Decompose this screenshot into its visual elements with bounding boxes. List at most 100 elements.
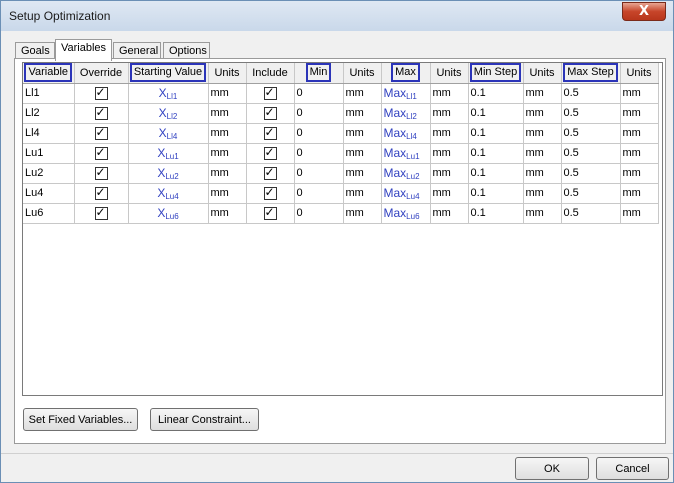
override-cell[interactable] bbox=[74, 163, 129, 184]
table-row[interactable]: Lu1XLu1mm0mmMaxLu1mm0.1mm0.5mm bbox=[23, 143, 659, 164]
include-cell[interactable] bbox=[246, 143, 295, 164]
max-cell[interactable]: MaxLl2 bbox=[381, 103, 431, 124]
checkbox-checked[interactable] bbox=[94, 125, 108, 140]
column-header-max[interactable]: Max bbox=[381, 63, 431, 84]
max-step-cell[interactable]: 0.5 bbox=[561, 163, 621, 184]
variable-cell[interactable]: Ll2 bbox=[23, 103, 75, 124]
variable-cell[interactable]: Lu1 bbox=[23, 143, 75, 164]
min-step-cell[interactable]: 0.1 bbox=[468, 83, 524, 104]
column-header-starting-value[interactable]: Starting Value bbox=[128, 63, 209, 84]
variables-grid[interactable]: Variable Override Starting Value Units Inclu… bbox=[22, 62, 663, 396]
starting-value: XLu2 bbox=[157, 166, 178, 181]
min-step-cell[interactable]: 0.1 bbox=[468, 103, 524, 124]
max-cell[interactable]: MaxLl1 bbox=[381, 83, 431, 104]
checkbox-checked[interactable] bbox=[263, 125, 277, 140]
column-header-min-step[interactable]: Min Step bbox=[468, 63, 524, 84]
starting-value-cell[interactable]: XLu4 bbox=[128, 183, 209, 204]
table-row[interactable]: Lu6XLu6mm0mmMaxLu6mm0.1mm0.5mm bbox=[23, 203, 659, 224]
column-header-max-step[interactable]: Max Step bbox=[561, 63, 621, 84]
starting-value-cell[interactable]: XLu1 bbox=[128, 143, 209, 164]
min-cell[interactable]: 0 bbox=[294, 83, 344, 104]
min-cell[interactable]: 0 bbox=[294, 103, 344, 124]
include-cell[interactable] bbox=[246, 203, 295, 224]
column-header-units[interactable]: Units bbox=[523, 63, 562, 84]
max-cell[interactable]: MaxLu6 bbox=[381, 203, 431, 224]
title-bar[interactable]: Setup Optimization X bbox=[1, 1, 673, 31]
include-cell[interactable] bbox=[246, 163, 295, 184]
checkbox-checked[interactable] bbox=[94, 185, 108, 200]
column-header-units[interactable]: Units bbox=[208, 63, 247, 84]
table-row[interactable]: Ll1XLl1mm0mmMaxLl1mm0.1mm0.5mm bbox=[23, 83, 659, 104]
min-step-cell[interactable]: 0.1 bbox=[468, 163, 524, 184]
min-step-cell[interactable]: 0.1 bbox=[468, 203, 524, 224]
override-cell[interactable] bbox=[74, 143, 129, 164]
min-step-cell[interactable]: 0.1 bbox=[468, 123, 524, 144]
checkbox-checked[interactable] bbox=[263, 185, 277, 200]
include-cell[interactable] bbox=[246, 123, 295, 144]
max-step-cell[interactable]: 0.5 bbox=[561, 143, 621, 164]
include-cell[interactable] bbox=[246, 183, 295, 204]
min-cell[interactable]: 0 bbox=[294, 123, 344, 144]
max-step-cell[interactable]: 0.5 bbox=[561, 203, 621, 224]
column-header-units[interactable]: Units bbox=[343, 63, 382, 84]
min-cell[interactable]: 0 bbox=[294, 203, 344, 224]
checkbox-checked[interactable] bbox=[263, 205, 277, 220]
max-step-cell[interactable]: 0.5 bbox=[561, 83, 621, 104]
starting-value-cell[interactable]: XLl2 bbox=[128, 103, 209, 124]
column-header-units[interactable]: Units bbox=[620, 63, 659, 84]
max-cell[interactable]: MaxLu1 bbox=[381, 143, 431, 164]
variable-cell[interactable]: Ll4 bbox=[23, 123, 75, 144]
starting-value-cell[interactable]: XLu6 bbox=[128, 203, 209, 224]
checkbox-checked[interactable] bbox=[94, 85, 108, 100]
variable-cell[interactable]: Lu6 bbox=[23, 203, 75, 224]
max-cell[interactable]: MaxLu4 bbox=[381, 183, 431, 204]
max-step-cell[interactable]: 0.5 bbox=[561, 183, 621, 204]
checkbox-checked[interactable] bbox=[94, 145, 108, 160]
max-step-cell[interactable]: 0.5 bbox=[561, 123, 621, 144]
variable-cell[interactable]: Ll1 bbox=[23, 83, 75, 104]
include-cell[interactable] bbox=[246, 103, 295, 124]
checkbox-checked[interactable] bbox=[263, 165, 277, 180]
table-row[interactable]: Lu4XLu4mm0mmMaxLu4mm0.1mm0.5mm bbox=[23, 183, 659, 204]
min-cell[interactable]: 0 bbox=[294, 163, 344, 184]
min-cell[interactable]: 0 bbox=[294, 143, 344, 164]
override-cell[interactable] bbox=[74, 123, 129, 144]
cancel-button[interactable]: Cancel bbox=[596, 457, 669, 480]
close-button[interactable]: X bbox=[622, 2, 666, 21]
starting-value-cell[interactable]: XLu2 bbox=[128, 163, 209, 184]
starting-value-cell[interactable]: XLl1 bbox=[128, 83, 209, 104]
table-row[interactable]: Ll4XLl4mm0mmMaxLl4mm0.1mm0.5mm bbox=[23, 123, 659, 144]
column-header-min[interactable]: Min bbox=[294, 63, 344, 84]
override-cell[interactable] bbox=[74, 83, 129, 104]
column-header-include[interactable]: Include bbox=[246, 63, 295, 84]
table-row[interactable]: Ll2XLl2mm0mmMaxLl2mm0.1mm0.5mm bbox=[23, 103, 659, 124]
include-cell[interactable] bbox=[246, 83, 295, 104]
max-cell[interactable]: MaxLu2 bbox=[381, 163, 431, 184]
tab-variables[interactable]: Variables bbox=[55, 39, 112, 61]
table-row[interactable]: Lu2XLu2mm0mmMaxLu2mm0.1mm0.5mm bbox=[23, 163, 659, 184]
set-fixed-variables-button[interactable]: Set Fixed Variables... bbox=[23, 408, 138, 431]
checkbox-checked[interactable] bbox=[94, 205, 108, 220]
checkbox-checked[interactable] bbox=[94, 165, 108, 180]
variable-cell[interactable]: Lu2 bbox=[23, 163, 75, 184]
ok-button[interactable]: OK bbox=[515, 457, 589, 480]
checkbox-checked[interactable] bbox=[94, 105, 108, 120]
checkbox-checked[interactable] bbox=[263, 85, 277, 100]
max-cell[interactable]: MaxLl4 bbox=[381, 123, 431, 144]
min-step-cell[interactable]: 0.1 bbox=[468, 143, 524, 164]
max-step-cell[interactable]: 0.5 bbox=[561, 103, 621, 124]
min-cell[interactable]: 0 bbox=[294, 183, 344, 204]
override-cell[interactable] bbox=[74, 103, 129, 124]
starting-value-cell[interactable]: XLl4 bbox=[128, 123, 209, 144]
checkbox-checked[interactable] bbox=[263, 105, 277, 120]
override-cell[interactable] bbox=[74, 203, 129, 224]
min-step-cell[interactable]: 0.1 bbox=[468, 183, 524, 204]
override-cell[interactable] bbox=[74, 183, 129, 204]
column-header-override[interactable]: Override bbox=[74, 63, 129, 84]
column-header-variable[interactable]: Variable bbox=[23, 63, 75, 84]
variable-cell[interactable]: Lu4 bbox=[23, 183, 75, 204]
column-header-units[interactable]: Units bbox=[430, 63, 469, 84]
checkbox-checked[interactable] bbox=[263, 145, 277, 160]
linear-constraint-button[interactable]: Linear Constraint... bbox=[150, 408, 259, 431]
units-cell: mm bbox=[523, 183, 562, 204]
